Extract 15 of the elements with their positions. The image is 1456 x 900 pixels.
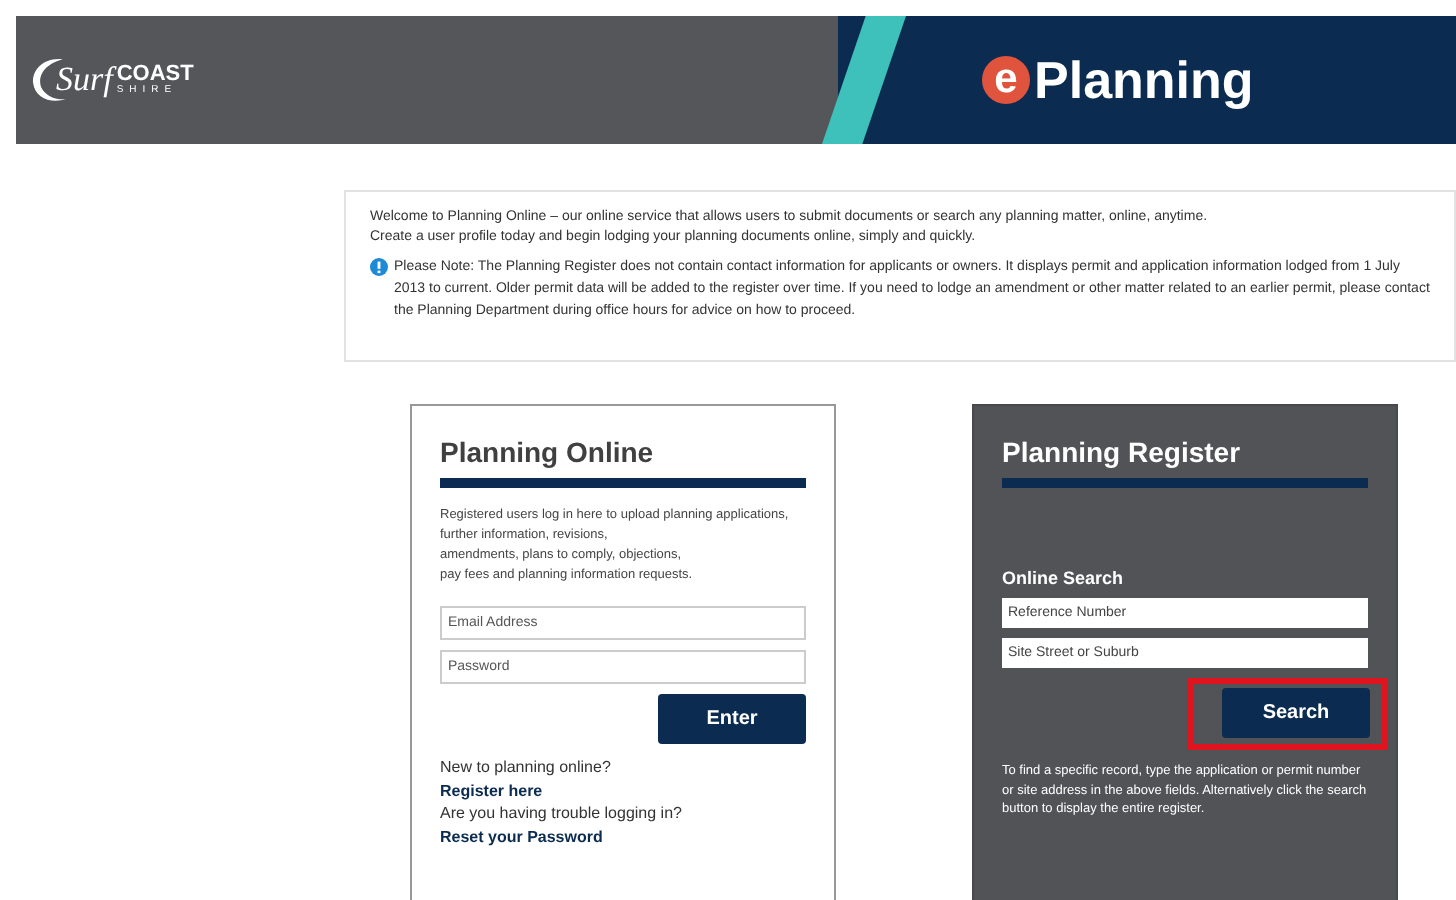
card-title: Planning Register xyxy=(1002,436,1241,468)
brand-mark: e xyxy=(982,56,1030,104)
link[interactable]: Register here xyxy=(440,779,543,802)
search-button[interactable]: Search xyxy=(1222,688,1370,738)
prompt-text: New to planning online? xyxy=(440,756,611,779)
info-icon xyxy=(370,258,388,276)
prompt-text: Are you having trouble logging in? xyxy=(440,802,682,825)
logo-text: COAST xyxy=(116,64,194,86)
brand-name: Planning xyxy=(1034,49,1254,111)
link[interactable]: Reset your Password xyxy=(440,825,603,848)
logo-script: Surf xyxy=(56,60,113,100)
diagonal-stripe xyxy=(822,16,906,144)
section-title: Online Search xyxy=(1002,568,1124,588)
card-title: Planning Online xyxy=(440,436,654,468)
enter-button[interactable]: Enter xyxy=(658,694,806,744)
